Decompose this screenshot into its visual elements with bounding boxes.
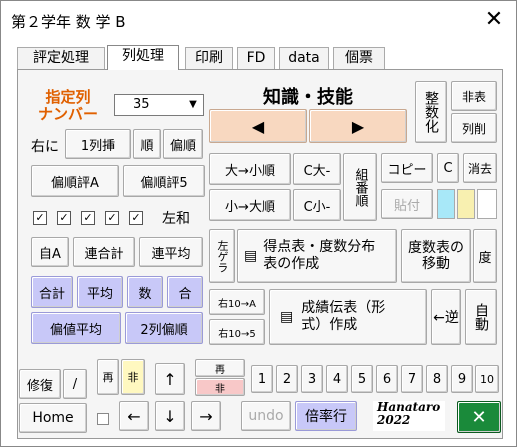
hi-button[interactable]: 非 <box>121 359 145 395</box>
gyaku-button[interactable]: ←逆 <box>431 289 461 345</box>
number-5-button[interactable]: 5 <box>351 365 373 393</box>
prev-col-button[interactable]: ◀ <box>209 109 307 143</box>
check-5[interactable]: ✓ <box>129 211 143 225</box>
dai-shou-button[interactable]: 大→小順 <box>209 153 291 185</box>
title-bar: 第２学年 数 学 B ✕ <box>1 1 516 41</box>
hensachi-heikin-button[interactable]: 偏値平均 <box>31 312 121 344</box>
colnum-label-1: 指定列 <box>45 88 91 106</box>
suu-button[interactable]: 数 <box>127 276 163 308</box>
down-arrow-icon[interactable]: ↓ <box>155 401 185 431</box>
gou-button[interactable]: 合 <box>167 276 203 308</box>
undo-button[interactable]: undo <box>241 401 291 431</box>
tab-data[interactable]: data <box>279 47 329 69</box>
seiseki-button[interactable]: ▤ 成績伝表（形式）作成 <box>269 289 427 345</box>
shufuku-button[interactable]: 修復 <box>19 369 61 399</box>
number-4-button[interactable]: 4 <box>326 365 348 393</box>
dosuu-move-button[interactable]: 度数表の移動 <box>401 229 471 283</box>
app-window: 第２学年 数 学 B ✕ 評定処理 列処理 印刷 FD data 個票 指定列 … <box>0 0 517 447</box>
check-4[interactable]: ✓ <box>105 211 119 225</box>
colnum-label-2: ナンバー <box>37 105 98 123</box>
document-icon: ▤ <box>244 248 258 264</box>
hiyou-button[interactable]: 非表 <box>451 81 497 111</box>
document-icon: ▤ <box>280 309 294 325</box>
ren-heikin-button[interactable]: 連平均 <box>139 237 203 267</box>
seiseki-label: 成績伝表（形式）作成 <box>301 300 386 333</box>
copy-button[interactable]: コピー <box>381 153 433 183</box>
signature: Hanataro 2022 <box>373 401 445 431</box>
signature-line-2: 2022 <box>377 413 411 427</box>
tab-retsu[interactable]: 列処理 <box>107 45 179 70</box>
henjun-hyou-5-button[interactable]: 偏順評5 <box>123 165 205 197</box>
home-button[interactable]: Home <box>19 403 87 433</box>
henjun-hyou-a-button[interactable]: 偏順評A <box>31 165 119 197</box>
small-check[interactable] <box>97 413 109 425</box>
check-1[interactable]: ✓ <box>33 211 47 225</box>
paste-button[interactable]: 貼付 <box>381 189 433 219</box>
check-3[interactable]: ✓ <box>81 211 95 225</box>
number-7-button[interactable]: 7 <box>401 365 423 393</box>
jun-button[interactable]: 順 <box>133 129 161 159</box>
seisuka-button[interactable]: 整数化 <box>415 81 447 143</box>
nirestu-henjun-button[interactable]: 2列偏順 <box>125 312 203 344</box>
retsusaku-button[interactable]: 列削 <box>451 113 497 143</box>
shou-dai-button[interactable]: 小→大順 <box>209 189 291 221</box>
left-arrow-icon[interactable]: ← <box>119 401 149 431</box>
swatch-yellow[interactable] <box>457 189 475 219</box>
slash-button[interactable]: / <box>63 369 87 399</box>
c-shou-button[interactable]: C小- <box>293 189 341 221</box>
hidari-gera-button[interactable]: 左ゲラ <box>209 229 235 283</box>
next-col-button[interactable]: ▶ <box>309 109 407 143</box>
chevron-down-icon[interactable]: ▼ <box>185 97 201 113</box>
sawa-button[interactable]: 左和 <box>151 204 201 232</box>
tokuten-label: 得点表・度数分布表の作成 <box>263 239 376 272</box>
kumiban-button[interactable]: 組番順 <box>343 153 377 221</box>
jidou-button[interactable]: 自動 <box>465 289 497 345</box>
colnum-select[interactable]: 35 ▼ <box>114 94 204 116</box>
goukei-button[interactable]: 合計 <box>31 276 73 308</box>
ji-a-button[interactable]: 自A <box>31 237 69 267</box>
number-9-button[interactable]: 9 <box>451 365 473 393</box>
bairitsu-button[interactable]: 倍率行 <box>295 401 357 431</box>
tab-hyoutei[interactable]: 評定処理 <box>17 47 105 69</box>
c-dai-button[interactable]: C大- <box>293 153 341 185</box>
check-2[interactable]: ✓ <box>57 211 71 225</box>
henjun-button[interactable]: 偏順 <box>163 129 203 159</box>
number-6-button[interactable]: 6 <box>376 365 398 393</box>
exit-button[interactable]: ✕ <box>457 401 501 433</box>
sai2-button[interactable]: 再 <box>195 359 245 377</box>
ren-goukei-button[interactable]: 連合計 <box>73 237 135 267</box>
number-2-button[interactable]: 2 <box>276 365 298 393</box>
number-1-button[interactable]: 1 <box>251 365 273 393</box>
insert-col-button[interactable]: 1列挿 <box>65 129 131 159</box>
swatch-cyan[interactable] <box>437 189 455 219</box>
number-3-button[interactable]: 3 <box>301 365 323 393</box>
hi2-button[interactable]: 非 <box>195 378 245 396</box>
up-arrow-icon[interactable]: ↑ <box>155 363 185 395</box>
section-title: 知識・技能 <box>263 87 353 108</box>
window-title: 第２学年 数 学 B <box>11 13 126 31</box>
number-10-button[interactable]: 10 <box>475 365 499 393</box>
tab-kohyou[interactable]: 個票 <box>333 47 385 69</box>
heikin-button[interactable]: 平均 <box>77 276 123 308</box>
colnum-value: 35 <box>133 97 150 112</box>
right-arrow-icon[interactable]: → <box>191 401 221 431</box>
c-button[interactable]: C <box>437 153 459 183</box>
tab-fd[interactable]: FD <box>237 47 275 69</box>
migi10-a-button[interactable]: 右10→A <box>209 289 265 315</box>
kesu-button[interactable]: 消去 <box>463 153 497 183</box>
sai-button[interactable]: 再 <box>97 359 119 395</box>
migi-label: 右に <box>31 139 59 155</box>
tokuten-button[interactable]: ▤ 得点表・度数分布表の作成 <box>237 229 397 283</box>
number-8-button[interactable]: 8 <box>426 365 448 393</box>
migi10-5-button[interactable]: 右10→5 <box>209 319 265 345</box>
close-icon[interactable]: ✕ <box>481 7 507 33</box>
do-button[interactable]: 度 <box>473 229 497 283</box>
swatch-white[interactable] <box>477 189 497 219</box>
tab-print[interactable]: 印刷 <box>185 47 233 69</box>
